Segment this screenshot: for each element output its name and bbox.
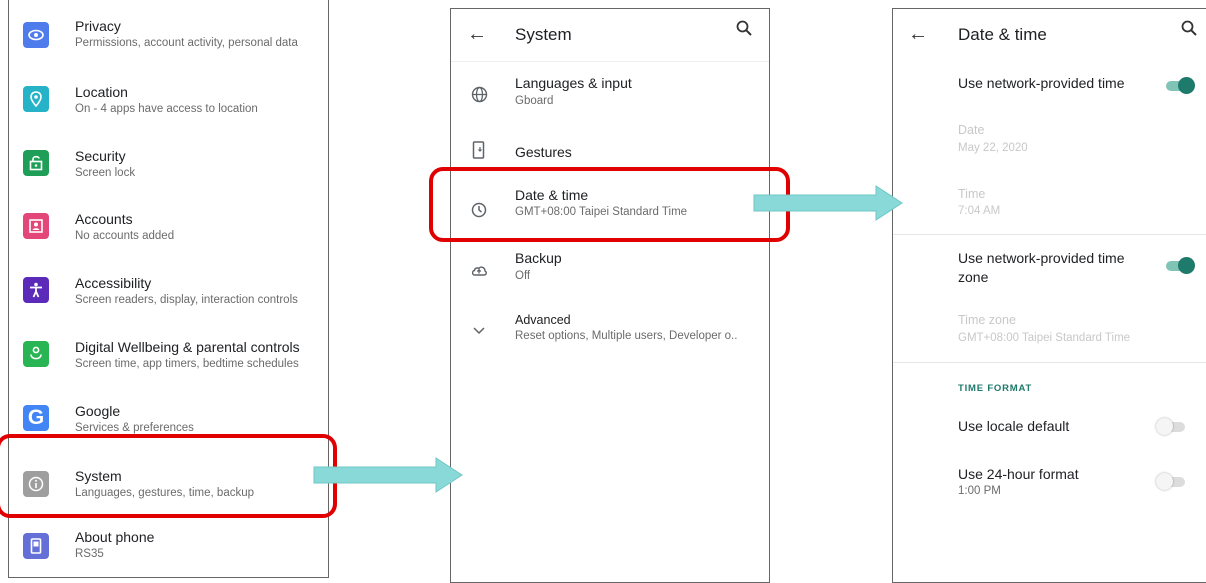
locale-default-label: Use locale default: [958, 418, 1070, 434]
settings-item-title: About phone: [75, 529, 155, 545]
settings-item-subtitle: On - 4 apps have access to location: [75, 103, 258, 115]
settings-item-subtitle: Screen readers, display, interaction con…: [75, 294, 298, 306]
settings-item-location[interactable]: Location On - 4 apps have access to loca…: [9, 68, 328, 130]
network-time-label: Use network-provided time: [958, 75, 1125, 91]
section-header-time-format: TIME FORMAT: [958, 383, 1033, 394]
google-icon: G: [23, 405, 49, 431]
system-item-advanced[interactable]: Advanced Reset options, Multiple users, …: [451, 305, 769, 361]
highlight-date-time-item: [429, 167, 790, 242]
settings-item-title: Google: [75, 403, 121, 419]
settings-item-subtitle: Screen time, app timers, bedtime schedul…: [75, 358, 299, 370]
backup-icon: [469, 260, 489, 280]
date-time-screen: ← Date & time Use network-provided time …: [892, 8, 1206, 583]
back-arrow-icon[interactable]: ←: [908, 23, 928, 46]
settings-item-title: Digital Wellbeing & parental controls: [75, 339, 300, 355]
settings-item-title: Privacy: [75, 18, 121, 34]
highlight-system-item: [0, 434, 337, 518]
time-zone-row: Time zone GMT+08:00 Taipei Standard Time: [893, 305, 1206, 361]
accessibility-icon: [23, 277, 49, 303]
chevron-down-icon: [469, 320, 489, 340]
settings-item-title: Accounts: [75, 211, 133, 227]
settings-item-accessibility[interactable]: Accessibility Screen readers, display, i…: [9, 259, 328, 321]
system-item-title: Languages & input: [515, 75, 632, 91]
app-bar: ← System: [451, 9, 769, 63]
settings-item-subtitle: Services & preferences: [75, 422, 194, 434]
gestures-icon: [469, 140, 489, 160]
date-label: Date: [958, 123, 985, 137]
network-zone-label: Use network-provided time zone: [958, 250, 1125, 285]
system-item-subtitle: Reset options, Multiple users, Developer…: [515, 330, 738, 342]
system-item-title: Advanced: [515, 313, 571, 327]
divider: [893, 234, 1206, 235]
system-item-subtitle: Off: [515, 270, 531, 282]
hour24-value: 1:00 PM: [958, 485, 1001, 497]
settings-item-about-phone[interactable]: About phone RS35: [9, 515, 328, 577]
settings-item-subtitle: Permissions, account activity, personal …: [75, 37, 298, 49]
hour24-toggle[interactable]: [1156, 473, 1187, 490]
settings-item-title: Location: [75, 84, 128, 100]
date-value: May 22, 2020: [958, 142, 1028, 154]
settings-item-title: Accessibility: [75, 275, 152, 291]
time-label: Time: [958, 187, 986, 201]
system-screen: ← System Languages & input Gboard Gestur…: [450, 8, 770, 583]
settings-item-privacy[interactable]: Privacy Permissions, account activity, p…: [9, 4, 328, 66]
time-row: Time 7:04 AM: [893, 181, 1206, 237]
settings-item-subtitle: Screen lock: [75, 167, 136, 179]
search-icon[interactable]: [736, 20, 752, 41]
lock-icon: [23, 150, 49, 176]
account-icon: [23, 213, 49, 239]
system-item-title: Backup: [515, 250, 562, 266]
settings-item-title: Security: [75, 148, 126, 164]
locale-default-row[interactable]: Use locale default: [893, 405, 1206, 449]
page-title: System: [515, 25, 572, 44]
arrow-right-icon: [313, 457, 463, 493]
globe-icon: [469, 84, 489, 104]
system-item-subtitle: Gboard: [515, 95, 554, 107]
network-time-toggle[interactable]: [1164, 77, 1195, 94]
privacy-icon: [23, 22, 49, 48]
settings-item-subtitle: No accounts added: [75, 230, 175, 242]
location-icon: [23, 86, 49, 112]
time-zone-value: GMT+08:00 Taipei Standard Time: [958, 332, 1131, 344]
system-item-title: Gestures: [515, 144, 572, 160]
phone-icon: [23, 533, 49, 559]
locale-default-toggle[interactable]: [1156, 418, 1187, 435]
search-icon[interactable]: [1181, 20, 1197, 41]
network-zone-toggle[interactable]: [1164, 257, 1195, 274]
date-row: Date May 22, 2020: [893, 119, 1206, 175]
divider: [893, 362, 1206, 363]
wellbeing-icon: [23, 341, 49, 367]
divider: [451, 61, 769, 62]
page-title: Date & time: [958, 25, 1047, 44]
time-zone-label: Time zone: [958, 313, 1016, 327]
hour24-row[interactable]: Use 24-hour format 1:00 PM: [893, 457, 1206, 507]
hour24-label: Use 24-hour format: [958, 466, 1079, 482]
settings-item-security[interactable]: Security Screen lock: [9, 130, 328, 192]
network-zone-row[interactable]: Use network-provided time zone: [893, 241, 1206, 301]
settings-item-subtitle: RS35: [75, 548, 104, 560]
app-bar: ← Date & time: [893, 9, 1206, 63]
system-item-backup[interactable]: Backup Off: [451, 243, 769, 299]
arrow-right-icon: [753, 185, 903, 221]
settings-item-digital-wellbeing[interactable]: Digital Wellbeing & parental controls Sc…: [9, 323, 328, 385]
system-item-languages[interactable]: Languages & input Gboard: [451, 67, 769, 123]
settings-item-accounts[interactable]: Accounts No accounts added: [9, 195, 328, 257]
time-value: 7:04 AM: [958, 205, 1001, 217]
network-time-row[interactable]: Use network-provided time: [893, 63, 1206, 111]
back-arrow-icon[interactable]: ←: [467, 23, 487, 46]
